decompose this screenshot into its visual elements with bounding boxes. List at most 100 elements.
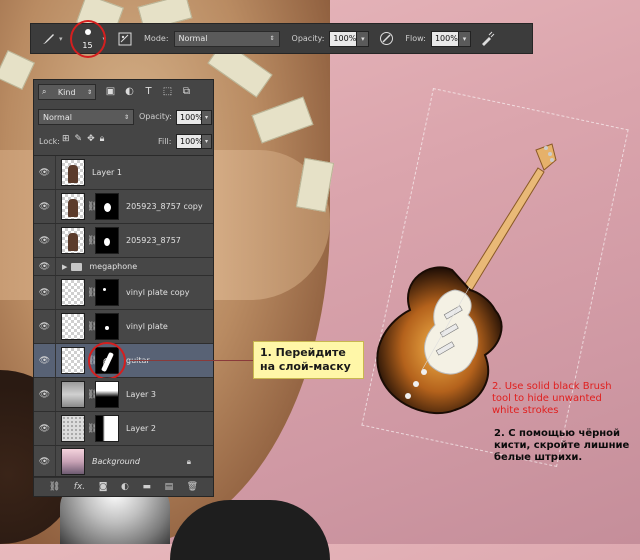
opacity-input[interactable]: 100% [329,30,358,47]
layer-row-selected[interactable]: 👁︎ ⛓︎ ✋︎ guitar [34,342,213,380]
layer-opacity-arrow[interactable]: ▾ [202,110,212,125]
layer-name: megaphone [89,262,138,271]
brush-options-bar: ▾ 15 ▾ Mode: Normal ⇕ Opacity: 100% ▾ Fl… [30,19,533,58]
opacity-dropdown-arrow[interactable]: ▾ [357,30,370,47]
eye-icon[interactable]: 👁︎ [34,224,56,257]
lock-transparent-icon[interactable]: ⊞ [62,134,70,144]
flow-label: Flow: [405,34,426,43]
blend-mode-value: Normal [43,112,72,122]
shape-layer-filter-icon[interactable]: ⬚ [161,84,174,98]
airbrush-toggle[interactable] [479,30,497,48]
fx-icon[interactable]: fx. [74,482,85,492]
brush-panel-toggle[interactable] [116,30,134,48]
brush-tool-preset[interactable]: ▾ [39,30,63,48]
airbrush-icon [479,30,497,48]
lock-pixels-icon[interactable]: ✎ [75,134,83,144]
layer-name: 205923_8757 [126,236,181,245]
highlight-circle [88,342,126,380]
layer-mask-thumbnail[interactable] [95,313,119,340]
eye-icon[interactable]: 👁︎ [34,190,56,223]
brush-icon [39,30,57,48]
link-layers-icon[interactable]: ⛓︎ [49,482,60,492]
layer-row[interactable]: 👁︎ ⛓︎ Layer 3 [34,378,213,412]
note-english: 2. Use solid black Brush tool to hide un… [492,381,612,416]
layer-row[interactable]: 👁︎ Background 🔒︎ [34,446,213,478]
brush-preview: 15 [77,26,99,52]
layer-thumbnail [61,193,85,220]
eye-icon[interactable]: 👁︎ [34,446,56,477]
layers-panel: ⌕ Kind ⇕ ▣ ◐ T ⬚ ⧉ Normal ⇕ Opacity: 100… [33,79,214,497]
layer-opacity-label: Opacity: [139,112,172,121]
smart-object-filter-icon[interactable]: ⧉ [180,84,193,98]
callout-connector [130,360,253,361]
eye-icon[interactable]: 👁︎ [34,156,56,189]
layer-name: Layer 2 [126,424,156,433]
new-group-icon[interactable]: ▬ [142,482,151,492]
fill-arrow[interactable]: ▾ [202,134,212,149]
layer-row[interactable]: 👁︎ Layer 1 [34,156,213,190]
layer-thumbnail [61,347,85,374]
pen-pressure-icon [377,30,395,48]
layer-row[interactable]: 👁︎ ⛓︎ vinyl plate [34,310,213,344]
layer-row[interactable]: 👁︎ ⛓︎ Layer 2 [34,412,213,446]
flow-control: Flow: 100% ▾ [405,30,471,47]
layer-name: Layer 1 [92,168,122,177]
brush-size-picker[interactable]: 15 ▾ [69,19,106,58]
mode-control: Mode: Normal ⇕ [144,30,280,47]
brush-tip-icon [84,28,91,35]
layer-mask-thumbnail[interactable]: ✋︎ [88,342,126,380]
adjustment-layer-icon[interactable]: ◐ [121,482,129,492]
layer-group-row[interactable]: 👁︎ ▶ megaphone [34,258,213,276]
layer-thumbnail [61,227,85,254]
folder-icon [71,262,83,271]
layer-thumbnail [61,448,85,475]
eye-icon[interactable]: 👁︎ [34,310,56,343]
add-mask-icon[interactable]: ◙ [99,482,108,492]
layer-row[interactable]: 👁︎ ⛓︎ 205923_8757 [34,224,213,258]
layer-mask-thumbnail[interactable] [95,279,119,306]
blend-mode-dropdown[interactable]: Normal ⇕ [38,109,134,125]
flow-dropdown-arrow[interactable]: ▾ [458,30,471,47]
eye-icon[interactable]: 👁︎ [34,378,56,411]
lock-position-icon[interactable]: ✥ [87,134,95,144]
pressure-opacity-toggle[interactable] [377,30,395,48]
link-icon: ⛓︎ [87,321,99,332]
filter-kind-dropdown[interactable]: ⌕ Kind ⇕ [38,84,96,100]
layer-mask-thumbnail[interactable] [95,227,119,254]
pixel-layer-filter-icon[interactable]: ▣ [104,84,117,98]
layer-mask-thumbnail[interactable] [95,381,119,408]
layer-thumbnail [61,381,85,408]
fill-label: Fill: [158,137,172,146]
layer-name: vinyl plate copy [126,288,190,297]
mode-dropdown[interactable]: Normal ⇕ [173,30,280,47]
new-layer-icon[interactable]: ▤ [165,482,174,492]
layer-opacity-input[interactable]: 100% [176,110,203,125]
callout-step-1: 1. Перейдите на слой-маску [253,341,364,379]
trash-icon[interactable]: 🗑︎ [187,482,198,492]
eye-icon[interactable]: 👁︎ [34,412,56,445]
layer-thumbnail [61,415,85,442]
flow-input[interactable]: 100% [430,30,459,47]
eye-icon[interactable]: 👁︎ [34,344,56,377]
lock-icons: ⊞ ✎ ✥ 🔒︎ [62,134,104,144]
layer-row[interactable]: 👁︎ ⛓︎ vinyl plate copy [34,276,213,310]
lock-all-icon[interactable]: 🔒︎ [100,134,105,144]
layer-thumbnail [61,159,85,186]
type-layer-filter-icon[interactable]: T [142,84,155,98]
eye-icon[interactable]: 👁︎ [34,276,56,309]
layer-row[interactable]: 👁︎ ⛓︎ 205923_8757 copy [34,190,213,224]
eye-icon[interactable]: 👁︎ [34,258,56,275]
chevron-down-icon: ▾ [59,34,63,43]
opacity-control: Opacity: 100% ▾ [292,30,370,47]
layer-mask-thumbnail[interactable] [95,193,119,220]
layer-name: Layer 3 [126,390,156,399]
lock-label: Lock: [39,137,60,146]
link-icon: ⛓︎ [87,287,99,298]
adjustment-layer-filter-icon[interactable]: ◐ [123,84,136,98]
fill-input[interactable]: 100% [176,134,203,149]
expand-arrow-icon[interactable]: ▶ [62,263,67,271]
mode-value: Normal [178,34,208,43]
link-icon: ⛓︎ [87,201,99,212]
link-icon: ⛓︎ [87,235,99,246]
layer-mask-thumbnail[interactable] [95,415,119,442]
